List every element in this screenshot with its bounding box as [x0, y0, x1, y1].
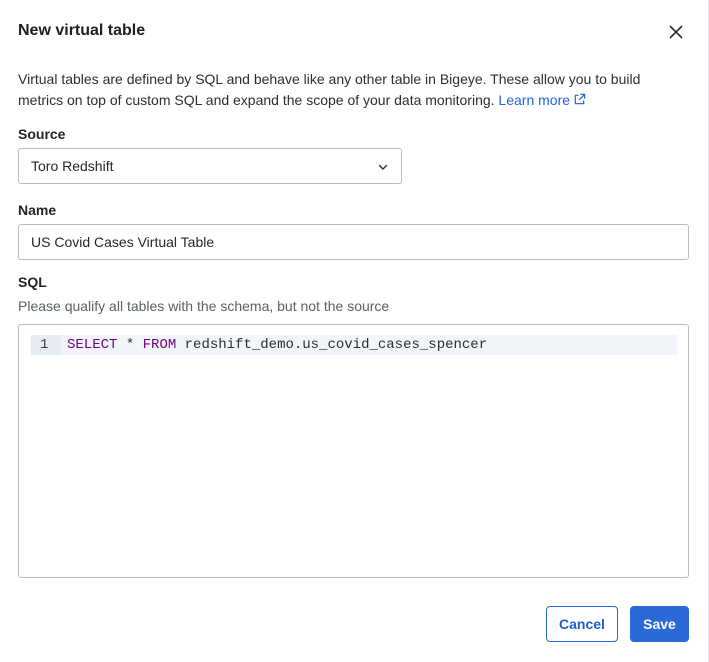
close-button[interactable] [666, 22, 686, 42]
code-line: 1 SELECT * FROM redshift_demo.us_covid_c… [31, 335, 677, 355]
name-label: Name [18, 202, 57, 218]
source-selected-value: Toro Redshift [31, 158, 114, 174]
source-select[interactable]: Toro Redshift [18, 148, 402, 184]
sql-label: SQL [18, 274, 47, 290]
dialog-title: New virtual table [18, 22, 146, 39]
sql-hint: Please qualify all tables with the schem… [18, 298, 390, 314]
name-input[interactable] [18, 224, 689, 260]
sql-keyword-select: SELECT [67, 337, 118, 353]
source-label: Source [18, 126, 66, 142]
external-link-icon [574, 93, 586, 105]
new-virtual-table-dialog: New virtual table Virtual tables are def… [0, 0, 709, 662]
sql-table-reference: redshift_demo.us_covid_cases_spencer [176, 337, 488, 353]
dialog-description: Virtual tables are defined by SQL and be… [18, 69, 678, 111]
sql-code: SELECT * FROM redshift_demo.us_covid_cas… [67, 335, 487, 355]
sql-operator-star: * [117, 337, 143, 353]
cancel-button[interactable]: Cancel [546, 606, 618, 642]
save-button[interactable]: Save [630, 606, 689, 642]
sql-editor[interactable]: 1 SELECT * FROM redshift_demo.us_covid_c… [18, 324, 689, 578]
line-number: 1 [31, 335, 61, 355]
chevron-down-icon [378, 164, 388, 170]
learn-more-link[interactable]: Learn more [498, 92, 586, 108]
close-icon [669, 25, 683, 39]
learn-more-label: Learn more [498, 92, 571, 108]
sql-keyword-from: FROM [142, 337, 177, 353]
